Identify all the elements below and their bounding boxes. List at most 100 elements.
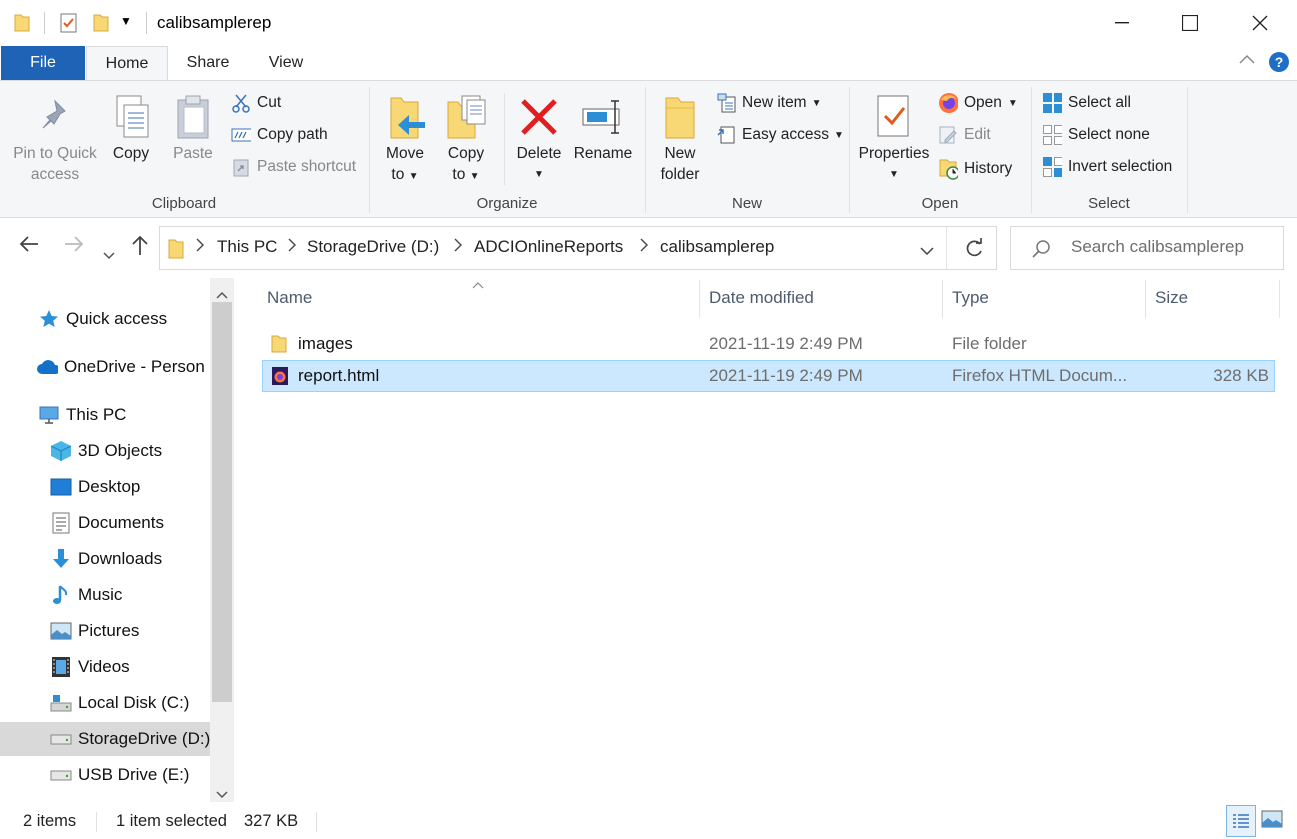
tab-share[interactable]: Share [176, 46, 240, 80]
ribbon-tabs: File Home Share View ? [0, 46, 1297, 81]
file-name: images [298, 334, 353, 353]
column-header-date-modified[interactable]: Date modified [709, 288, 814, 308]
separator [1187, 87, 1188, 213]
breadcrumb-calibsamplerep[interactable]: calibsamplerep [660, 237, 774, 257]
minimize-button[interactable] [1087, 0, 1157, 46]
copy-button[interactable]: Copy [106, 91, 156, 164]
help-icon[interactable]: ? [1268, 51, 1290, 78]
back-arrow-icon[interactable] [18, 234, 40, 260]
nav-item-local-disk-c[interactable]: Local Disk (C:) [50, 686, 210, 720]
column-header-type[interactable]: Type [952, 288, 989, 308]
column-divider[interactable] [1279, 280, 1280, 318]
column-header-size[interactable]: Size [1155, 288, 1188, 308]
nav-label: Downloads [78, 549, 163, 568]
properties-button[interactable]: Properties ▼ [856, 91, 932, 185]
nav-label: Music [78, 585, 123, 604]
large-icons-view-icon[interactable] [1261, 810, 1283, 833]
address-dropdown-chevron-icon[interactable] [920, 243, 934, 261]
tab-home[interactable]: Home [86, 46, 168, 81]
breadcrumb-adcionlinereports[interactable]: ADCIOnlineReports [474, 237, 623, 257]
select-none-icon [1042, 125, 1062, 145]
open-label: Open [964, 94, 1002, 111]
new-item-button[interactable]: New item ▼ [716, 91, 822, 115]
nav-item-pictures[interactable]: Pictures [50, 614, 210, 648]
easy-access-button[interactable]: Easy access ▼ [716, 123, 844, 147]
details-view-icon[interactable] [1226, 805, 1256, 837]
select-all-icon [1042, 93, 1062, 113]
delete-dropdown-icon[interactable]: ▼ [512, 164, 566, 185]
select-none-button[interactable]: Select none [1042, 123, 1150, 147]
drive-icon [50, 692, 72, 714]
column-header-name[interactable]: Name [267, 288, 312, 308]
file-row-images[interactable]: images 2021-11-19 2:49 PM File folder [262, 328, 1275, 360]
nav-label: Local Disk (C:) [78, 693, 190, 712]
select-all-button[interactable]: Select all [1042, 91, 1131, 115]
rename-button[interactable]: Rename [572, 91, 634, 164]
properties-icon[interactable] [59, 12, 79, 39]
column-divider[interactable] [699, 280, 700, 318]
paste-shortcut-button[interactable]: Paste shortcut [231, 155, 356, 179]
edit-button[interactable]: Edit [938, 123, 991, 147]
recent-locations-chevron-icon[interactable] [103, 240, 115, 266]
search-box[interactable]: Search calibsamplerep [1010, 226, 1284, 270]
chevron-right-icon[interactable] [196, 238, 204, 255]
delete-button[interactable]: Delete ▼ [512, 91, 566, 185]
breadcrumb-storagedrive[interactable]: StorageDrive (D:) [307, 237, 439, 257]
maximize-button[interactable] [1155, 0, 1225, 46]
computer-icon [38, 404, 60, 426]
collapse-ribbon-icon[interactable] [1238, 52, 1256, 70]
column-divider[interactable] [1145, 280, 1146, 318]
nav-item-desktop[interactable]: Desktop [50, 470, 210, 504]
nav-label: StorageDrive (D:) [78, 729, 210, 748]
up-arrow-icon[interactable] [130, 234, 150, 262]
chevron-right-icon[interactable] [288, 238, 296, 255]
pin-label-2: access [30, 166, 80, 183]
paste-button[interactable]: Paste [166, 91, 220, 164]
nav-item-onedrive[interactable]: OneDrive - Person [36, 350, 210, 384]
rename-label: Rename [573, 145, 633, 162]
new-item-icon [716, 93, 736, 113]
nav-item-documents[interactable]: Documents [50, 506, 210, 540]
chevron-right-icon[interactable] [640, 238, 648, 255]
select-group-label: Select [1088, 195, 1130, 212]
invert-selection-icon [1042, 157, 1062, 177]
breadcrumb-this-pc[interactable]: This PC [217, 237, 277, 257]
select-all-label: Select all [1068, 94, 1131, 111]
paste-label: Paste [173, 145, 213, 162]
nav-item-quick-access[interactable]: Quick access [38, 302, 210, 336]
nav-scrollbar-thumb[interactable] [212, 302, 232, 702]
window-title: calibsamplerep [157, 13, 272, 32]
nav-item-downloads[interactable]: Downloads [50, 542, 210, 576]
nav-item-3d-objects[interactable]: 3D Objects [50, 434, 210, 468]
tab-view[interactable]: View [256, 46, 316, 80]
pin-to-quick-access-button[interactable]: Pin to Quick access [6, 91, 104, 185]
refresh-icon[interactable] [964, 237, 984, 264]
chevron-right-icon[interactable] [454, 238, 462, 255]
new-folder-icon[interactable] [93, 12, 109, 37]
nav-item-videos[interactable]: Videos [50, 650, 210, 684]
move-to-button[interactable]: Move to ▼ [378, 91, 432, 187]
copy-to-icon [440, 91, 492, 143]
cut-button[interactable]: Cut [231, 91, 281, 115]
history-icon [938, 159, 958, 180]
history-button[interactable]: History [938, 157, 1012, 181]
forward-arrow-icon[interactable] [63, 234, 85, 260]
nav-item-this-pc[interactable]: This PC [38, 398, 210, 432]
new-folder-button[interactable]: New folder [654, 91, 706, 185]
file-row-report-html[interactable]: report.html 2021-11-19 2:49 PM Firefox H… [262, 360, 1275, 392]
column-divider[interactable] [942, 280, 943, 318]
nav-item-usb-drive-e[interactable]: USB Drive (E:) [50, 758, 210, 792]
open-button[interactable]: Open ▼ [938, 91, 1018, 115]
nav-item-storagedrive-d[interactable]: StorageDrive (D:) [0, 722, 210, 756]
nav-item-music[interactable]: Music [50, 578, 210, 612]
customize-quick-access-icon[interactable]: ▼ [120, 14, 132, 28]
close-button[interactable] [1225, 0, 1295, 46]
copy-path-button[interactable]: Copy path [231, 123, 328, 147]
invert-selection-button[interactable]: Invert selection [1042, 155, 1172, 179]
copy-to-button[interactable]: Copy to ▼ [440, 91, 492, 187]
tab-file[interactable]: File [1, 46, 85, 80]
status-separator [316, 812, 317, 832]
file-type: Firefox HTML Docum... [952, 366, 1128, 385]
properties-dropdown-icon[interactable]: ▼ [856, 164, 932, 185]
address-bar[interactable]: This PC StorageDrive (D:) ADCIOnlineRepo… [159, 226, 997, 270]
